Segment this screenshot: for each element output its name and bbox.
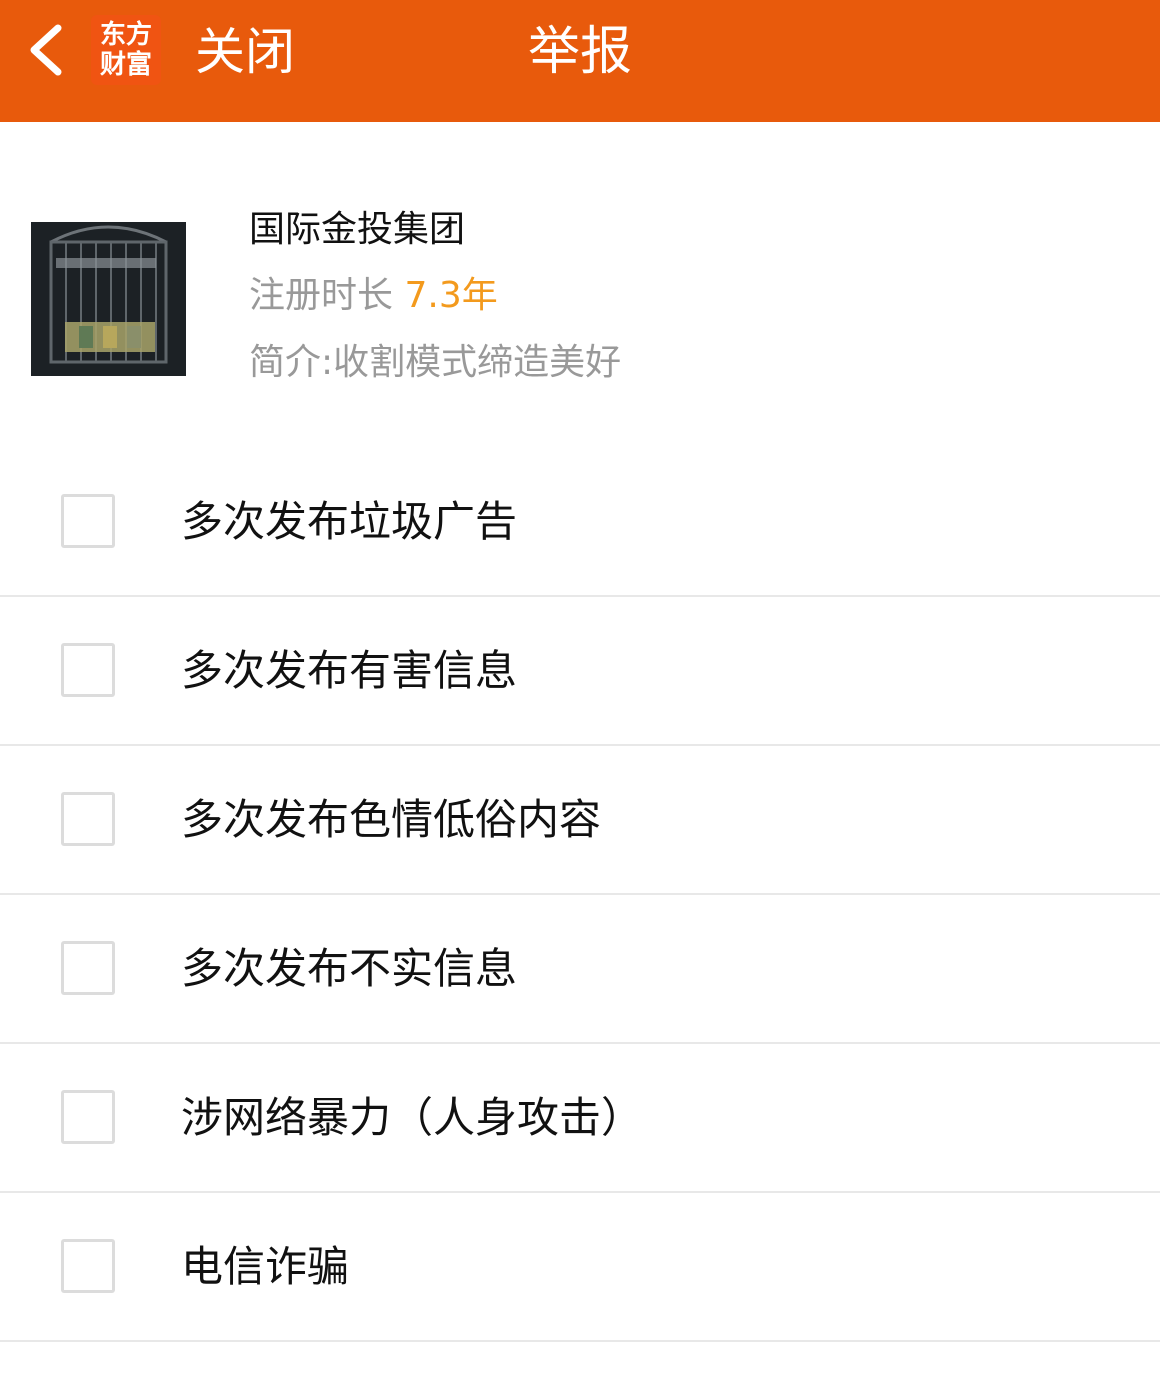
report-option-false-info[interactable]: 多次发布不实信息 [0, 895, 1160, 1044]
report-option-vulgar-content[interactable]: 多次发布色情低俗内容 [0, 746, 1160, 895]
logo-text-line2: 财富 [99, 50, 152, 80]
option-label: 电信诈骗 [181, 1242, 350, 1291]
avatar-image-icon [31, 222, 186, 376]
user-name: 国际金投集团 [249, 209, 466, 250]
intro-label: 简介: [249, 342, 334, 383]
option-label: 多次发布色情低俗内容 [181, 795, 602, 844]
close-button[interactable]: 关闭 [195, 22, 295, 82]
option-label: 多次发布有害信息 [181, 646, 518, 695]
logo-text-line1: 东方 [99, 20, 152, 50]
report-option-spam-ads[interactable]: 多次发布垃圾广告 [0, 448, 1160, 597]
user-profile: 国际金投集团 注册时长 7.3年 简介:收割模式缔造美好 [0, 122, 1160, 452]
report-option-telecom-fraud[interactable]: 电信诈骗 [0, 1193, 1160, 1342]
option-label: 多次发布垃圾广告 [181, 497, 518, 546]
checkbox[interactable] [61, 494, 115, 548]
intro-text: 收割模式缔造美好 [333, 342, 622, 383]
option-label: 涉网络暴力（人身攻击） [181, 1093, 644, 1142]
back-chevron-icon[interactable] [24, 20, 70, 80]
report-option-cyberbullying[interactable]: 涉网络暴力（人身攻击） [0, 1044, 1160, 1193]
checkbox[interactable] [61, 643, 115, 697]
top-bar: 东方 财富 关闭 举报 [0, 0, 1160, 122]
checkbox[interactable] [61, 1090, 115, 1144]
registration-label: 注册时长 [249, 275, 394, 316]
registration-value: 7.3年 [404, 275, 498, 316]
registration-duration: 注册时长 7.3年 [249, 274, 498, 318]
report-options-list: 多次发布垃圾广告 多次发布有害信息 多次发布色情低俗内容 多次发布不实信息 涉网… [0, 448, 1160, 1342]
app-logo: 东方 财富 [91, 15, 161, 85]
page-title: 举报 [527, 22, 632, 82]
option-label: 多次发布不实信息 [181, 944, 518, 993]
checkbox[interactable] [61, 792, 115, 846]
report-option-harmful-info[interactable]: 多次发布有害信息 [0, 597, 1160, 746]
avatar [31, 222, 186, 376]
user-intro: 简介:收割模式缔造美好 [249, 341, 621, 385]
checkbox[interactable] [61, 941, 115, 995]
checkbox[interactable] [61, 1239, 115, 1293]
